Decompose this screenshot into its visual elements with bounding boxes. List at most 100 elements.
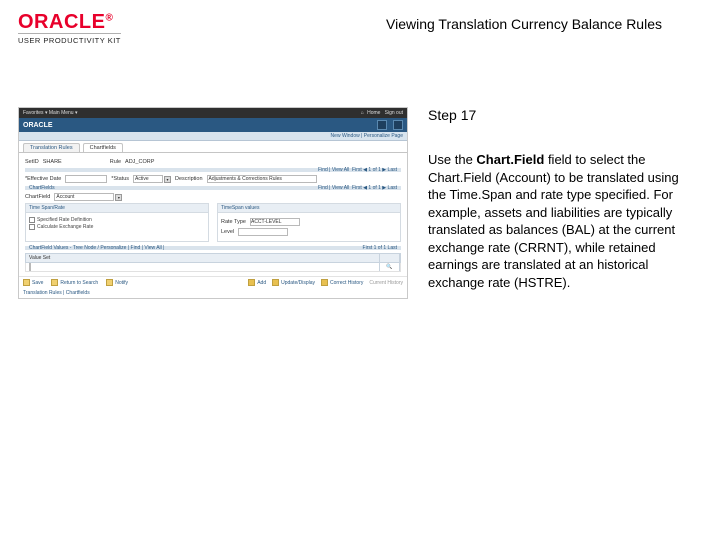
ss-oracle-bar: ORACLE xyxy=(19,118,407,132)
opt-label: Specified Rate Definition xyxy=(37,217,92,223)
panel-header: Time Span/Rate xyxy=(26,204,208,213)
rule-value: ADJ_CORP xyxy=(125,159,154,165)
save-button[interactable]: Save xyxy=(23,279,43,286)
find-link: Find | View All xyxy=(318,185,349,191)
opt-specified-rate[interactable]: Specified Rate Definition xyxy=(29,217,205,223)
desc-post: field to select the Chart.Field (Account… xyxy=(428,152,679,290)
cf-header: ChartFields xyxy=(29,185,55,191)
cfv-bar: ChartField Values - Tree Node / Personal… xyxy=(25,246,401,250)
current-history: Current History xyxy=(369,279,403,286)
btn-label: Notify xyxy=(115,280,128,286)
status-value: Active xyxy=(133,175,163,183)
panel-header: TimeSpan values xyxy=(218,204,400,213)
ss-menu: Favorites ▾ Main Menu ▾ xyxy=(23,110,77,116)
chartfield-select[interactable]: Account▾ xyxy=(54,193,122,201)
nav-icon xyxy=(377,120,387,130)
opt-calc-rate[interactable]: Calculate Exchange Rate xyxy=(29,224,205,230)
notify-icon xyxy=(106,279,113,286)
status-select[interactable]: Active▾ xyxy=(133,175,171,183)
timespan-values-panel: TimeSpan values Rate Type ACCT-LEVEL Leve… xyxy=(217,203,401,242)
first-link: First xyxy=(352,185,362,191)
cell-valueset xyxy=(26,263,380,271)
ss-top-right: ⌂ Home Sign out xyxy=(361,110,403,116)
ss-footer: Save Return to Search Notify Add Update/… xyxy=(19,276,407,288)
last-link: Last xyxy=(388,185,397,191)
chevron-down-icon: ▾ xyxy=(164,176,171,183)
cf-bar: ChartFields Find | View All First ◀ 1 of… xyxy=(25,186,401,190)
grid-bar: Find | View All First ◀ 1 of 1 ▶ Last xyxy=(25,168,401,172)
nav-count: 1 of 1 xyxy=(368,185,381,191)
cfv-nav: First 1 of 1 Last xyxy=(363,245,397,251)
oracle-subtitle: USER PRODUCTIVITY KIT xyxy=(18,33,121,45)
btn-label: Add xyxy=(257,280,266,286)
find-link: Find | View All xyxy=(318,167,349,173)
return-icon xyxy=(51,279,58,286)
ss-signout: Sign out xyxy=(385,110,403,116)
btn-label: Return to Search xyxy=(60,280,98,286)
col-icon xyxy=(380,254,400,262)
oracle-logo-text: ORACLE xyxy=(18,11,105,33)
btn-label: Update/Display xyxy=(281,280,315,286)
add-icon xyxy=(248,279,255,286)
btn-label: Save xyxy=(32,280,43,286)
grid-row: 🔍 xyxy=(25,263,401,272)
level-input[interactable] xyxy=(238,228,288,236)
grid-header: Value Set xyxy=(25,253,401,263)
add-button[interactable]: Add xyxy=(248,279,266,286)
last-link: Last xyxy=(388,167,397,173)
desc-pre: Use the xyxy=(428,152,476,167)
tab-translation-rules[interactable]: Translation Rules xyxy=(23,143,80,152)
btn-label: Current History xyxy=(369,280,403,286)
ss-topbar: Favorites ▾ Main Menu ▾ ⌂ Home Sign out xyxy=(19,108,407,118)
return-button[interactable]: Return to Search xyxy=(51,279,98,286)
radio-icon xyxy=(29,224,35,230)
setid-value: SHARE xyxy=(43,159,62,165)
effdate-label: *Effective Date xyxy=(25,176,61,182)
ss-body: SetID SHARE Rule ADJ_CORP Find | View Al… xyxy=(19,153,407,276)
app-screenshot: Favorites ▾ Main Menu ▾ ⌂ Home Sign out … xyxy=(18,107,408,299)
ss-bottom-links: Translation Rules | Chartfields xyxy=(19,288,407,298)
oracle-logo: ORACLE® xyxy=(18,12,121,32)
valueset-input[interactable] xyxy=(29,263,31,271)
ss-tabs: Translation Rules Chartfields xyxy=(19,141,407,153)
tab-chartfields[interactable]: Chartfields xyxy=(83,143,123,152)
level-label: Level xyxy=(221,229,234,235)
page-title: Viewing Translation Currency Balance Rul… xyxy=(386,12,702,32)
ss-bar-icons xyxy=(377,120,403,130)
first-link: First xyxy=(352,167,362,173)
chartfield-value: Account xyxy=(54,193,114,201)
chartfield-label: ChartField xyxy=(25,194,50,200)
radio-icon xyxy=(29,217,35,223)
nav-icon xyxy=(393,120,403,130)
logo-block: ORACLE® USER PRODUCTIVITY KIT xyxy=(18,12,121,45)
setid-label: SetID xyxy=(25,159,39,165)
rule-label: Rule xyxy=(110,159,121,165)
status-label: *Status xyxy=(111,176,129,182)
nav-count: 1 of 1 xyxy=(368,167,381,173)
home-icon: ⌂ xyxy=(361,110,364,116)
desc-label: Description xyxy=(175,176,203,182)
save-icon xyxy=(23,279,30,286)
update-icon xyxy=(272,279,279,286)
cfv-header: ChartField Values - Tree Node / Personal… xyxy=(29,245,164,251)
timespan-rate-panel: Time Span/Rate Specified Rate Definition… xyxy=(25,203,209,242)
step-label: Step 17 xyxy=(428,107,682,123)
col-valueset: Value Set xyxy=(26,254,380,262)
history-icon xyxy=(321,279,328,286)
lookup-icon[interactable]: 🔍 xyxy=(380,263,400,271)
opt-label: Calculate Exchange Rate xyxy=(37,224,93,230)
step-description: Use the Chart.Field field to select the … xyxy=(428,151,682,291)
ratetype-input[interactable]: ACCT-LEVEL xyxy=(250,218,300,226)
chevron-down-icon: ▾ xyxy=(115,194,122,201)
ratetype-label: Rate Type xyxy=(221,219,246,225)
desc-bold: Chart.Field xyxy=(476,152,544,167)
update-button[interactable]: Update/Display xyxy=(272,279,315,286)
ss-home: Home xyxy=(367,110,380,116)
effdate-input[interactable] xyxy=(65,175,107,183)
btn-label: Correct History xyxy=(330,280,363,286)
ss-breadcrumb: New Window | Personalize Page xyxy=(19,132,407,141)
notify-button[interactable]: Notify xyxy=(106,279,128,286)
desc-input[interactable]: Adjustments & Corrections Rules xyxy=(207,175,317,183)
correct-button[interactable]: Correct History xyxy=(321,279,363,286)
instruction-column: Step 17 Use the Chart.Field field to sel… xyxy=(428,107,682,291)
